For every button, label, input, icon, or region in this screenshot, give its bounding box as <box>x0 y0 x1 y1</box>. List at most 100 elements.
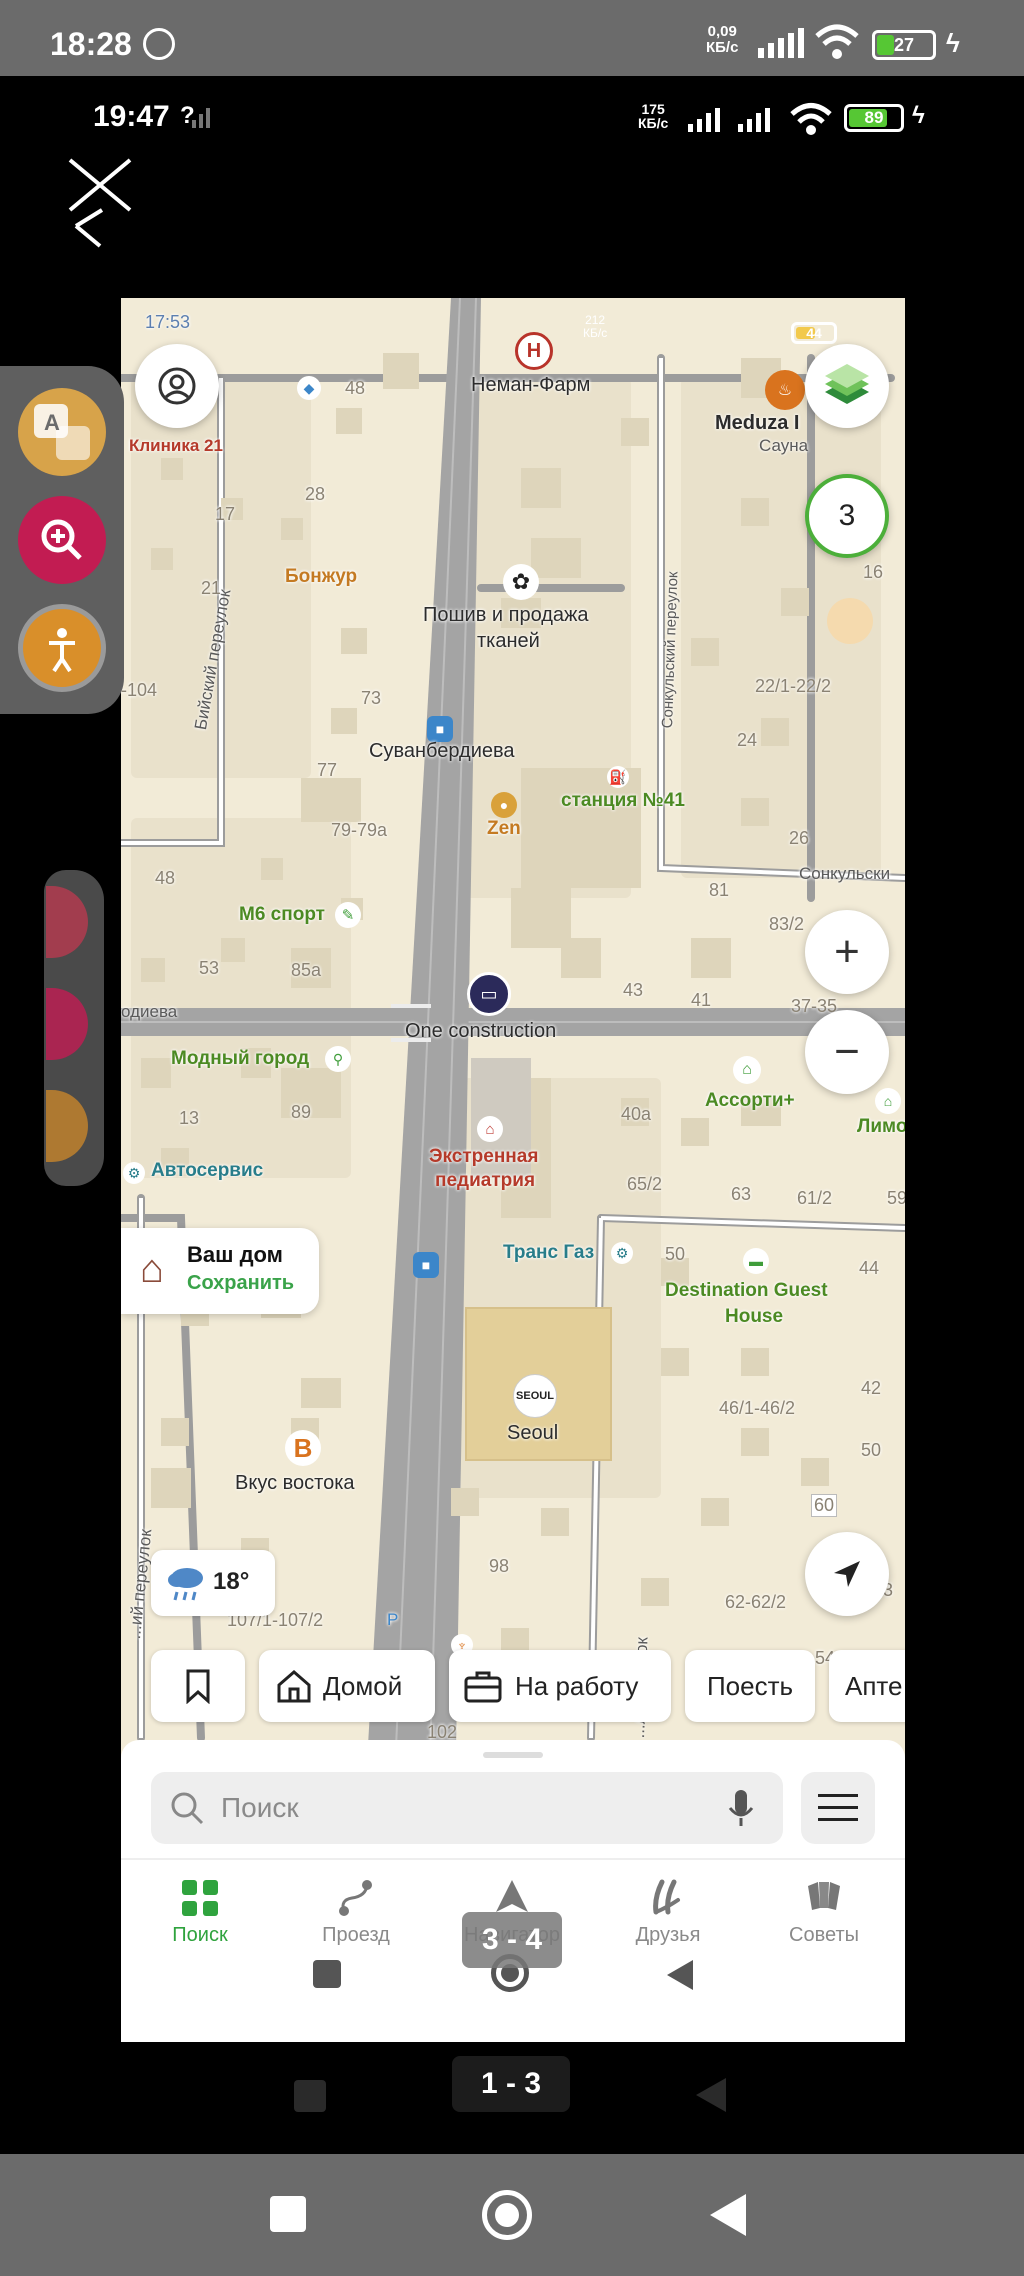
poi-suvanberdieva[interactable]: Суванбердиева <box>369 740 515 763</box>
gas-service-icon[interactable]: ⚙ <box>611 1242 633 1264</box>
fuel-pin-icon[interactable]: ⛽ <box>607 766 629 788</box>
translate-tool-button[interactable]: A <box>18 388 106 476</box>
bus-stop-icon[interactable]: ■ <box>427 716 453 742</box>
grocery-pin-icon[interactable]: ⌂ <box>733 1056 761 1084</box>
poi-meduza-sub: Сауна <box>759 436 809 455</box>
poi-destination-1[interactable]: Destination Guest <box>665 1280 828 1302</box>
street-sonkulsky: Сонкульски <box>799 864 891 883</box>
menu-button[interactable] <box>801 1772 875 1844</box>
battery-icon: 89 <box>844 104 904 132</box>
nav-tips[interactable]: Советы <box>749 1868 899 1948</box>
poi-zen[interactable]: Zen <box>487 818 521 840</box>
translate-icon: A <box>34 404 90 460</box>
poi-meduza[interactable]: Meduza I <box>715 412 799 435</box>
home-save-card[interactable]: ⌂ Ваш дом Сохранить <box>121 1228 319 1314</box>
poi-modny-gorod[interactable]: Модный город <box>171 1048 309 1070</box>
magnifier-tool-button[interactable] <box>18 496 106 584</box>
clothes-pin-icon[interactable]: ⚲ <box>325 1046 351 1072</box>
house-number: 40а <box>621 1104 652 1124</box>
hotel-pin-icon[interactable]: ▬ <box>743 1248 769 1274</box>
search-bar[interactable]: Поиск <box>151 1772 783 1844</box>
svg-text:A: A <box>44 410 60 435</box>
poi-assorti[interactable]: Ассорти+ <box>705 1090 795 1112</box>
layers-button[interactable] <box>805 344 889 428</box>
parking-pin-icon[interactable]: Р <box>387 1610 398 1630</box>
poi-vkus-vostoka[interactable]: Вкус востока <box>235 1472 355 1495</box>
hospital-pin-icon[interactable]: ⌂ <box>477 1116 503 1142</box>
pharmacy-chip[interactable]: Апте <box>829 1650 905 1722</box>
zoom-out-button[interactable]: − <box>805 1010 889 1094</box>
close-icon[interactable] <box>66 150 144 250</box>
poi-neman-farm[interactable]: Неман-Фарм <box>471 374 590 397</box>
bookmarks-chip[interactable] <box>151 1650 245 1722</box>
search-placeholder: Поиск <box>221 1792 299 1823</box>
house-number: 65/2 <box>627 1174 663 1194</box>
screen-tag-outer: 1 - 3 <box>452 2056 570 2112</box>
inner-network-speed: 175 КБ/с <box>638 101 669 131</box>
restaurant-pin-icon[interactable]: B <box>285 1430 321 1466</box>
sauna-pin-icon[interactable]: ♨ <box>765 370 805 410</box>
sheet-handle[interactable] <box>483 1752 543 1758</box>
poi-ekstr-2[interactable]: педиатрия <box>435 1170 535 1192</box>
route-icon <box>339 1880 372 1916</box>
pharmacy-pin-icon[interactable]: H <box>515 332 553 370</box>
grocery-pin-icon[interactable]: ⌂ <box>875 1088 901 1114</box>
poi-poshiv-1[interactable]: Пошив и продажа <box>423 604 589 627</box>
house-number: 43 <box>623 980 644 1000</box>
rain-cloud-icon <box>168 1568 203 1601</box>
poi-m6-sport[interactable]: М6 спорт <box>239 904 325 926</box>
my-location-button[interactable] <box>805 1532 889 1616</box>
street-odieva: одиева <box>121 1002 178 1021</box>
poi-trans-gaz[interactable]: Транс Газ <box>503 1242 594 1264</box>
nav-route[interactable]: Проезд <box>281 1868 431 1948</box>
poi-avtoservis[interactable]: Автосервис <box>151 1160 263 1182</box>
translate-ghost-icon <box>46 886 88 958</box>
home-chip[interactable]: Домой <box>259 1650 435 1722</box>
house-number: 53 <box>199 958 220 978</box>
nav-friends[interactable]: Друзья <box>593 1868 743 1948</box>
sport-pin-icon[interactable]: ✎ <box>335 902 361 928</box>
construction-pin-icon[interactable]: ▭ <box>467 972 511 1016</box>
fabric-shop-icon[interactable]: ✿ <box>503 564 539 600</box>
poi-one-construction[interactable]: One construction <box>405 1020 556 1043</box>
house-number: 59 <box>887 1188 905 1208</box>
home-card-save[interactable]: Сохранить <box>187 1272 294 1295</box>
poi-poshiv-2[interactable]: тканей <box>477 630 540 653</box>
inner-back-button[interactable] <box>665 1958 695 1997</box>
back-icon <box>667 1960 693 1990</box>
outer-clock: 18:28 <box>50 26 132 62</box>
recent-apps-button[interactable] <box>270 2196 306 2232</box>
poi-destination-2[interactable]: House <box>725 1306 783 1328</box>
bus-stop-icon[interactable]: ■ <box>413 1252 439 1278</box>
poi-limo[interactable]: Лимо <box>857 1116 905 1138</box>
home-button[interactable] <box>482 2190 532 2240</box>
house-number: 24 <box>737 730 758 750</box>
poi-seoul[interactable]: Seoul <box>507 1422 558 1445</box>
location-pin-icon[interactable]: ◆ <box>297 376 321 400</box>
nav-search[interactable]: Поиск <box>125 1868 275 1948</box>
bookmark-icon <box>186 1669 210 1704</box>
seoul-logo-icon[interactable]: SEOUL <box>513 1374 557 1418</box>
route-count-badge[interactable]: 3 <box>805 474 889 558</box>
cafe-pin-icon[interactable]: ● <box>491 792 517 818</box>
accessibility-tool-button[interactable] <box>18 604 106 692</box>
poi-klinika[interactable]: Клиника 21 <box>129 436 223 456</box>
weather-widget[interactable]: 18° <box>151 1550 275 1616</box>
house-number: 89 <box>291 1102 312 1122</box>
tips-icon <box>808 1882 840 1910</box>
microphone-icon[interactable] <box>727 1788 755 1828</box>
accessibility-ghost-icon <box>46 1090 88 1162</box>
inner-recent-apps-button[interactable] <box>313 1960 341 1988</box>
poi-ekstr-1[interactable]: Экстренная <box>429 1146 538 1168</box>
car-service-icon[interactable]: ⚙ <box>123 1162 145 1184</box>
map-status-speed: 212 КБ/с <box>583 313 608 340</box>
zoom-in-button[interactable]: + <box>805 910 889 994</box>
work-chip[interactable]: На работу <box>449 1650 671 1722</box>
poi-bonjour[interactable]: Бонжур <box>285 566 357 588</box>
back-button[interactable] <box>708 2192 748 2238</box>
poi-station-41[interactable]: станция №41 <box>561 790 685 812</box>
outer-system-nav <box>0 2154 1024 2276</box>
profile-button[interactable] <box>135 344 219 428</box>
house-number: 60 <box>811 1494 838 1517</box>
eat-chip[interactable]: Поесть <box>685 1650 815 1722</box>
